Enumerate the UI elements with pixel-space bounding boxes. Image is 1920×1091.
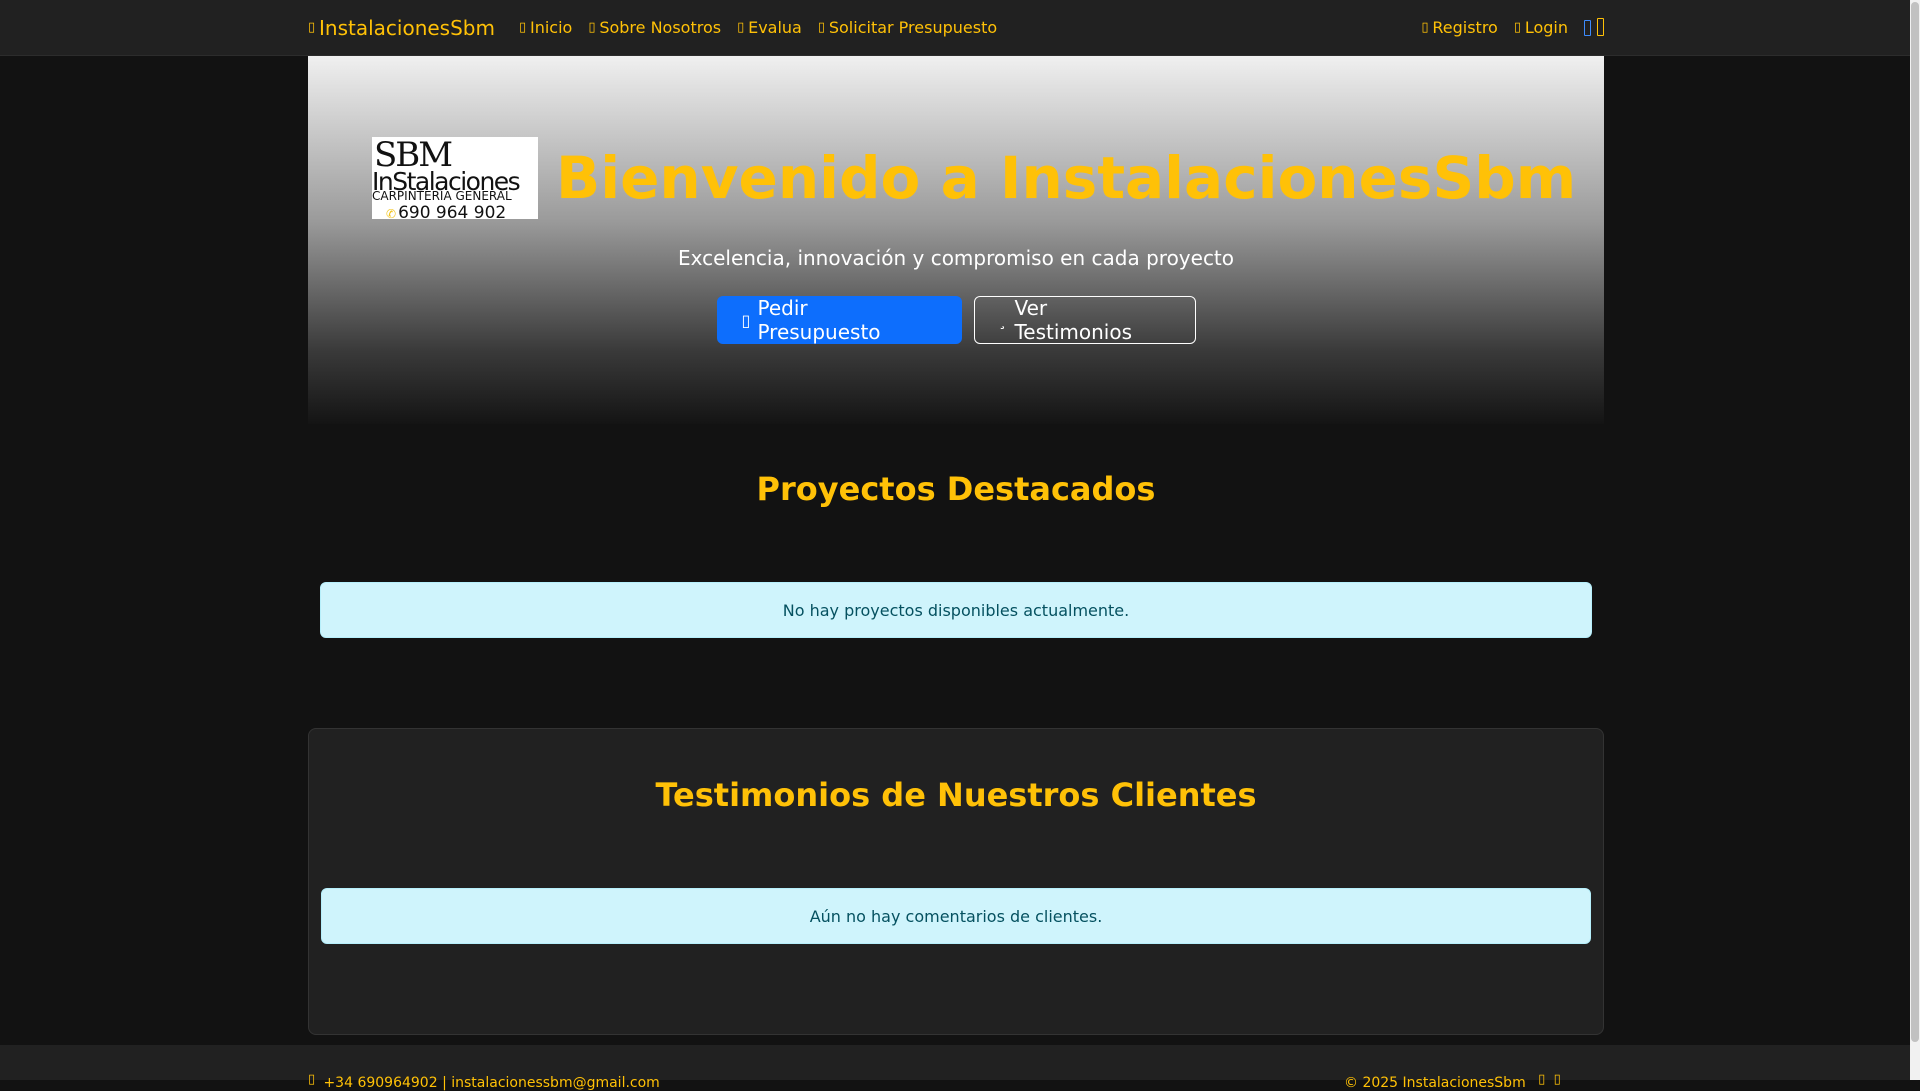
footer-copyright: © 2025 InstalacionesSbm ▯ ▯ (1344, 1072, 1565, 1091)
testimonials-title: Testimonios de Nuestros Clientes (655, 776, 1257, 814)
footer-contact: ▯ +34 690964902 | instalacionessbm@gmail… (308, 1072, 660, 1091)
view-testimonials-label: Ver Testimonios (1014, 296, 1133, 344)
projects-empty-message: No hay proyectos disponibles actualmente… (782, 600, 1130, 620)
hero-subtitle: Excelencia, innovación y compromiso en c… (677, 246, 1235, 270)
home-icon: ▯ (518, 20, 526, 35)
moon-icon (1597, 17, 1604, 36)
hero-buttons: ▯ Pedir Presupuesto ¸ Ver Testimonios (308, 296, 1604, 344)
footer: ▯ +34 690964902 | instalacionessbm@gmail… (0, 1045, 1910, 1091)
tools-icon: ▯ (308, 20, 315, 35)
nav-link-label: Solicitar Presupuesto (828, 18, 998, 37)
scrollbar-track[interactable] (1910, 0, 1920, 1080)
nav-link-login[interactable]: ▯ Login (1514, 18, 1568, 37)
view-testimonials-button[interactable]: ¸ Ver Testimonios (973, 296, 1196, 344)
login-icon: ▯ (1513, 20, 1521, 35)
nav-link-sobre-nosotros[interactable]: ▯ Sobre Nosotros (588, 18, 721, 37)
brand-label: InstalacionesSbm (319, 15, 495, 40)
logo-phone-text: 690 964 902 (398, 203, 507, 219)
request-quote-label: Pedir Presupuesto (757, 296, 881, 344)
theme-toggle-button[interactable] (1584, 17, 1604, 36)
nav-link-solicitar-presupuesto[interactable]: ▯ Solicitar Presupuesto (818, 18, 997, 37)
testimonials-card (308, 728, 1604, 1035)
nav-link-label: Login (1524, 18, 1568, 37)
sun-icon (1584, 19, 1591, 36)
nav-link-inicio[interactable]: ▯ Inicio (519, 18, 572, 37)
nav-link-label: Evalua (748, 18, 802, 37)
nav-link-label: Inicio (529, 18, 573, 37)
scrollbar-thumb[interactable] (1911, 2, 1919, 1042)
footer-copyright-text: © 2025 InstalacionesSbm (1344, 1075, 1526, 1091)
projects-title: Proyectos Destacados (756, 470, 1156, 508)
logo-line-3: CARPINTERÍA GENERAL (372, 189, 512, 203)
nav-link-registro[interactable]: ▯ Registro (1421, 18, 1497, 37)
hero-section: SBM InStalaciones CARPINTERÍA GENERAL ✆ 6… (308, 56, 1604, 424)
nav-link-evalua[interactable]: ▯ Evalua (737, 18, 802, 37)
navbar-container: ▯ InstalacionesSbm ▯ Inicio ▯ Sobre Noso… (308, 0, 1604, 55)
brand-link[interactable]: ▯ InstalacionesSbm (308, 16, 495, 40)
navbar-right: ▯ Registro ▯ Login (1421, 17, 1604, 37)
logo-phone: ✆ 690 964 902 (386, 203, 506, 219)
navbar: ▯ InstalacionesSbm ▯ Inicio ▯ Sobre Noso… (0, 0, 1910, 56)
company-logo: SBM InStalaciones CARPINTERÍA GENERAL ✆ 6… (372, 137, 538, 219)
phone-icon: ✆ (386, 207, 397, 219)
request-quote-button[interactable]: ▯ Pedir Presupuesto (716, 296, 962, 344)
projects-empty-alert: No hay proyectos disponibles actualmente… (320, 582, 1592, 638)
footer-contact-text: +34 690964902 | instalacionessbm@gmail.c… (323, 1075, 660, 1091)
testimonials-empty-alert: Aún no hay comentarios de clientes. (321, 888, 1591, 944)
hero-title: Bienvenido a InstalacionesSbm (556, 144, 1577, 212)
star-icon: ▯ (737, 20, 745, 35)
user-plus-icon: ▯ (1421, 20, 1429, 35)
calculator-icon: ▯ (741, 310, 750, 330)
comment-icon: ¸ (998, 310, 1007, 330)
nav-link-label: Registro (1432, 18, 1498, 37)
file-icon: ▯ (817, 20, 825, 35)
testimonials-empty-message: Aún no hay comentarios de clientes. (809, 906, 1103, 926)
hero-title-row: SBM InStalaciones CARPINTERÍA GENERAL ✆ 6… (372, 136, 1576, 220)
info-icon: ▯ (588, 20, 596, 35)
nav-link-label: Sobre Nosotros (599, 18, 722, 37)
